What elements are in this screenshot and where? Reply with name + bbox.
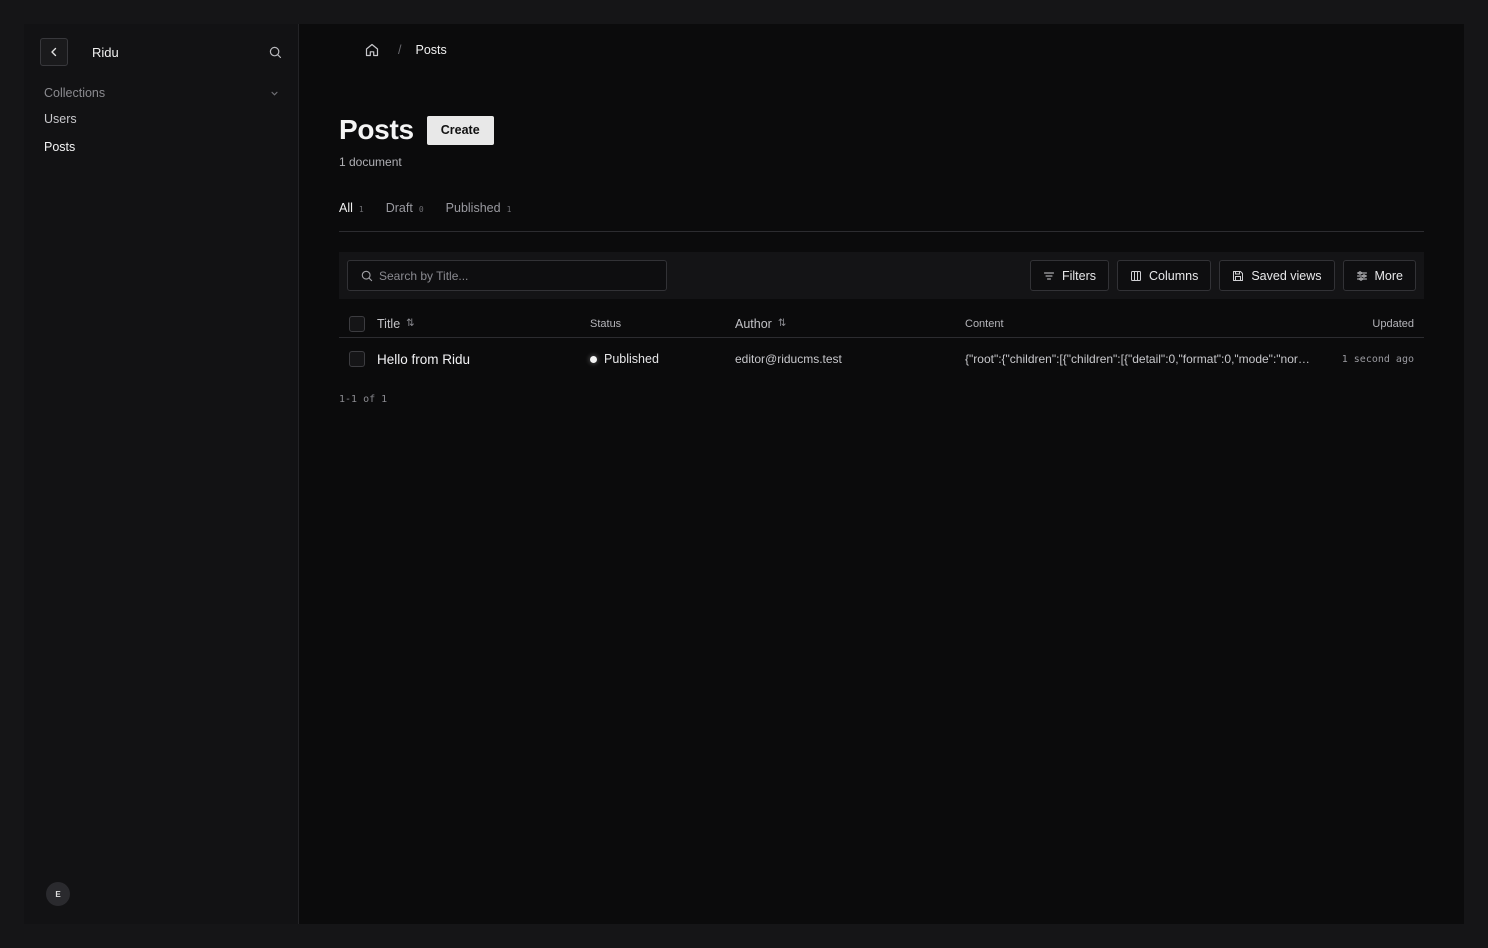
saved-views-button[interactable]: Saved views bbox=[1219, 260, 1335, 291]
breadcrumb-separator: / bbox=[398, 43, 402, 57]
tab-draft[interactable]: Draft 0 bbox=[386, 201, 424, 231]
table-row[interactable]: Hello from Ridu Published editor@riducms… bbox=[339, 338, 1424, 380]
search-icon[interactable] bbox=[267, 44, 283, 60]
tab-count: 1 bbox=[358, 205, 364, 214]
sort-icon: ⇅ bbox=[406, 318, 415, 329]
tab-label: Published bbox=[445, 201, 501, 215]
sort-icon: ⇅ bbox=[777, 318, 787, 329]
columns-icon bbox=[1131, 270, 1141, 281]
collections-nav: Collections Users Posts bbox=[44, 84, 279, 158]
column-header-author[interactable]: Author ⇅ bbox=[735, 317, 965, 331]
status-badge: Published bbox=[590, 352, 659, 366]
documents-table: Title ⇅ Status Author ⇅ Content Updated … bbox=[339, 310, 1424, 380]
row-title-link[interactable]: Hello from Ridu bbox=[377, 352, 470, 367]
tab-count: 1 bbox=[506, 205, 512, 214]
filters-label: Filters bbox=[1061, 268, 1096, 283]
status-tabs: All 1 Draft 0 Published 1 bbox=[339, 201, 1424, 232]
title-row: Posts Create bbox=[339, 114, 494, 146]
brand-name: Ridu bbox=[92, 44, 119, 60]
row-updated: 1 second ago bbox=[1341, 353, 1414, 365]
column-header-title[interactable]: Title ⇅ bbox=[377, 317, 590, 331]
sidebar: Ridu Collections Users Posts E bbox=[24, 24, 299, 924]
tab-count: 0 bbox=[418, 205, 424, 214]
filter-icon bbox=[1043, 271, 1055, 280]
sidebar-header: Ridu bbox=[40, 38, 283, 66]
columns-label: Columns bbox=[1149, 268, 1199, 283]
toolbar-actions: Filters Columns Saved views More bbox=[1029, 260, 1416, 291]
filters-button[interactable]: Filters bbox=[1029, 260, 1109, 291]
column-author-label: Author bbox=[735, 316, 772, 331]
saved-views-label: Saved views bbox=[1251, 268, 1322, 283]
status-label: Published bbox=[604, 352, 659, 366]
page-title: Posts bbox=[339, 114, 414, 145]
more-button[interactable]: More bbox=[1342, 260, 1416, 291]
more-label: More bbox=[1374, 268, 1403, 283]
chevron-left-icon bbox=[51, 47, 57, 57]
chevron-down-icon bbox=[271, 91, 278, 96]
collections-toggle[interactable]: Collections bbox=[44, 84, 279, 102]
sidebar-item-posts[interactable]: Posts bbox=[44, 140, 279, 158]
document-count: 1 document bbox=[339, 155, 402, 169]
tab-all[interactable]: All 1 bbox=[339, 201, 364, 231]
search-icon bbox=[361, 270, 373, 281]
tab-label: All bbox=[339, 201, 353, 215]
tab-published[interactable]: Published 1 bbox=[446, 201, 512, 231]
column-header-updated: Updated bbox=[1372, 317, 1414, 330]
row-title-cell: Hello from Ridu bbox=[377, 352, 590, 367]
home-icon[interactable] bbox=[364, 42, 380, 58]
pagination-summary: 1-1 of 1 bbox=[339, 394, 388, 405]
back-button[interactable] bbox=[40, 38, 68, 66]
column-header-content: Content bbox=[965, 317, 1004, 330]
status-dot-icon bbox=[590, 355, 597, 363]
search-field bbox=[347, 260, 667, 291]
list-toolbar: Filters Columns Saved views More bbox=[339, 252, 1424, 299]
table-header: Title ⇅ Status Author ⇅ Content Updated bbox=[339, 310, 1424, 338]
app-shell: Ridu Collections Users Posts E / Posts P… bbox=[24, 24, 1464, 924]
create-button[interactable]: Create bbox=[426, 115, 494, 145]
collections-label: Collections bbox=[44, 86, 106, 100]
tab-label: Draft bbox=[385, 201, 413, 215]
breadcrumb-current: Posts bbox=[415, 43, 447, 57]
row-author: editor@riducms.test bbox=[735, 352, 842, 366]
row-status-cell: Published bbox=[590, 352, 735, 366]
column-header-status: Status bbox=[590, 317, 622, 330]
save-icon bbox=[1233, 270, 1244, 281]
row-checkbox[interactable] bbox=[349, 351, 365, 367]
main-content: / Posts Posts Create 1 document All 1 Dr… bbox=[299, 24, 1464, 924]
avatar[interactable]: E bbox=[46, 882, 70, 906]
row-content: {"root":{"children":[{"children":[{"deta… bbox=[965, 352, 1310, 366]
search-input[interactable] bbox=[379, 268, 649, 283]
columns-button[interactable]: Columns bbox=[1117, 260, 1212, 291]
select-all-checkbox[interactable] bbox=[349, 315, 365, 332]
breadcrumb: / Posts bbox=[364, 42, 447, 58]
sidebar-item-users[interactable]: Users bbox=[44, 112, 279, 130]
sliders-icon bbox=[1356, 270, 1367, 281]
column-title-label: Title bbox=[377, 316, 401, 331]
